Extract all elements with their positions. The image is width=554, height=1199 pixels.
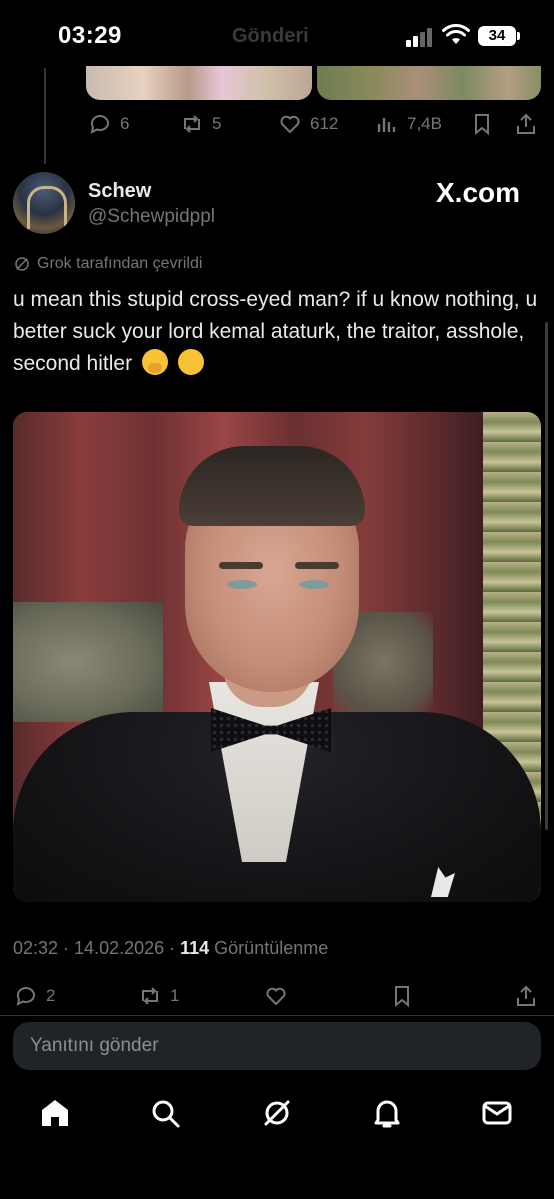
photo-hair — [179, 446, 365, 526]
rolling-laughing-emoji — [173, 344, 209, 380]
battery-indicator: 34 — [478, 26, 516, 46]
notifications-icon[interactable] — [370, 1096, 404, 1130]
previous-post-image-1[interactable] — [86, 66, 312, 100]
reply-count: 2 — [46, 986, 56, 1005]
scrollbar[interactable] — [545, 322, 548, 830]
messages-icon[interactable] — [480, 1096, 514, 1130]
home-icon[interactable] — [38, 1096, 72, 1130]
reply-placeholder: Yanıtını gönder — [30, 1035, 159, 1056]
photo-right-brow — [295, 562, 339, 569]
author-name[interactable]: Schew — [88, 180, 151, 203]
x-com-watermark: X.com — [436, 177, 521, 208]
reply-button[interactable]: 2 — [14, 984, 55, 1008]
battery-tip — [517, 32, 520, 40]
previous-repost-count: 5 — [212, 114, 222, 133]
author-avatar[interactable] — [13, 172, 75, 234]
bookmark-button[interactable] — [390, 984, 414, 1008]
previous-reply-count: 6 — [120, 114, 130, 133]
previous-share-button[interactable] — [514, 112, 538, 136]
previous-repost-button[interactable]: 5 — [180, 112, 221, 136]
post-views-label: Görüntülenme — [209, 938, 329, 958]
translation-label: Grok tarafından çevrildi — [37, 255, 203, 272]
search-icon[interactable] — [148, 1096, 182, 1130]
heart-icon — [266, 987, 286, 1006]
reply-icon — [16, 987, 35, 1006]
post-body: u mean this stupid cross-eyed man? if u … — [13, 288, 538, 375]
bookmark-icon — [395, 986, 409, 1008]
reply-icon — [90, 115, 109, 134]
avatar-building-arch — [27, 186, 67, 229]
post-photo[interactable] — [13, 412, 541, 902]
author-handle[interactable]: @Schewpidppl — [88, 206, 215, 228]
divider — [0, 1015, 554, 1016]
share-icon — [517, 113, 535, 134]
post-timestamp: 02:32 · 14.02.2026 · — [13, 938, 181, 958]
post-text: u mean this stupid cross-eyed man? if u … — [13, 284, 538, 380]
repost-icon — [184, 115, 200, 133]
previous-bookmark-button[interactable] — [470, 112, 494, 136]
thread-connector-line — [44, 68, 46, 164]
previous-post-image-2[interactable] — [317, 66, 541, 100]
previous-views-button[interactable]: 7,4B — [375, 112, 442, 136]
header-title-ghost: Gönderi — [232, 25, 309, 47]
photo-left-eye — [227, 580, 257, 589]
status-time: 03:29 — [58, 22, 122, 49]
grok-icon[interactable] — [260, 1096, 294, 1130]
grok-icon — [15, 257, 29, 271]
wifi-icon — [442, 24, 470, 44]
share-button[interactable] — [514, 984, 538, 1008]
like-button[interactable] — [264, 984, 288, 1008]
previous-like-count: 612 — [310, 114, 339, 133]
previous-views-count: 7,4B — [407, 114, 442, 133]
translation-notice[interactable]: Grok tarafından çevrildi — [13, 255, 202, 273]
photo-left-brow — [219, 562, 263, 569]
photo-chair-left — [13, 602, 163, 722]
share-icon — [517, 985, 535, 1006]
repost-count: 1 — [170, 986, 180, 1005]
views-bar-chart-icon — [377, 118, 396, 132]
post-view-count: 114 — [180, 938, 210, 958]
photo-right-eye — [299, 580, 329, 589]
hand-over-mouth-emoji — [141, 349, 168, 375]
bookmark-icon — [475, 114, 489, 136]
previous-like-button[interactable]: 612 — [278, 112, 338, 136]
post-meta: 02:32 · 14.02.2026 · 114 Görüntülenme — [13, 938, 328, 959]
repost-button[interactable]: 1 — [138, 984, 179, 1008]
cellular-signal-icon — [406, 28, 432, 47]
heart-icon — [280, 115, 300, 134]
previous-reply-button[interactable]: 6 — [88, 112, 129, 136]
repost-icon — [142, 987, 158, 1005]
